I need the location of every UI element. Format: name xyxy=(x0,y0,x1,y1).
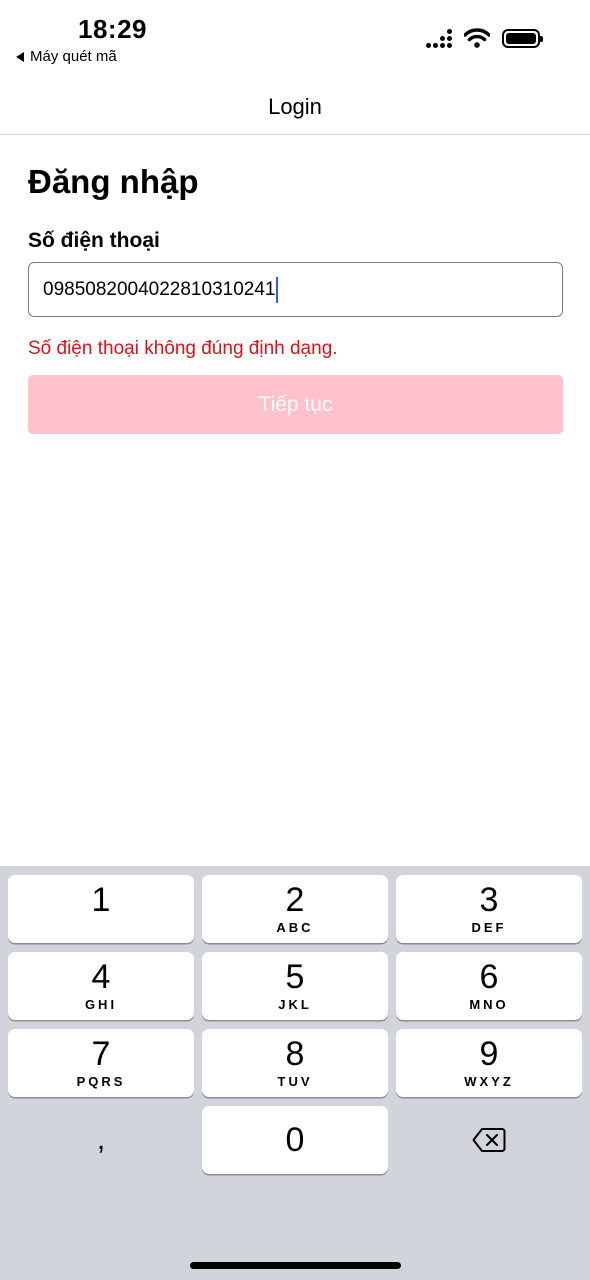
key-6[interactable]: 6 MNO xyxy=(396,952,582,1020)
key-digit: 2 xyxy=(285,881,305,919)
navigation-bar: Login xyxy=(0,80,590,135)
back-app-label: Máy quét mã xyxy=(30,48,117,65)
status-bar: 18:29 Máy quét mã xyxy=(0,0,590,80)
phone-input[interactable]: 098508200402281031024​1 xyxy=(28,262,563,317)
key-letters: GHI xyxy=(84,997,118,1012)
delete-key[interactable] xyxy=(396,1106,582,1174)
phone-error-message: Số điện thoại không đúng định dạng. xyxy=(28,338,338,359)
key-letters: DEF xyxy=(471,920,507,935)
key-letters: WXYZ xyxy=(464,1074,514,1089)
key-9[interactable]: 9 WXYZ xyxy=(396,1029,582,1097)
back-triangle-icon xyxy=(16,51,24,62)
key-letters: JKL xyxy=(278,997,312,1012)
key-digit: 5 xyxy=(285,958,305,996)
home-indicator[interactable] xyxy=(190,1262,401,1269)
key-digit: , xyxy=(96,1123,106,1156)
phone-label: Số điện thoại xyxy=(28,229,160,252)
cellular-signal-icon xyxy=(426,28,452,48)
key-7[interactable]: 7 PQRS xyxy=(8,1029,194,1097)
nav-title: Login xyxy=(268,94,322,119)
backspace-icon xyxy=(472,1128,506,1152)
status-icons xyxy=(426,28,543,48)
key-letters: PQRS xyxy=(76,1074,126,1089)
key-letters: ABC xyxy=(276,920,314,935)
key-digit: 3 xyxy=(479,881,499,919)
key-0[interactable]: 0 xyxy=(202,1106,388,1174)
key-digit: 4 xyxy=(91,958,111,996)
page-title: Đăng nhập xyxy=(28,163,199,200)
wifi-icon xyxy=(464,28,490,48)
continue-button[interactable]: Tiếp tục xyxy=(28,375,563,434)
key-1[interactable]: 1 xyxy=(8,875,194,943)
key-digit: 8 xyxy=(285,1035,305,1073)
key-4[interactable]: 4 GHI xyxy=(8,952,194,1020)
text-caret xyxy=(276,276,279,303)
key-letters: TUV xyxy=(277,1074,313,1089)
back-to-app-link[interactable]: Máy quét mã xyxy=(16,48,117,65)
key-5[interactable]: 5 JKL xyxy=(202,952,388,1020)
key-2[interactable]: 2 ABC xyxy=(202,875,388,943)
key-digit: 1 xyxy=(91,881,111,919)
key-8[interactable]: 8 TUV xyxy=(202,1029,388,1097)
key-digit: 9 xyxy=(479,1035,499,1073)
battery-icon xyxy=(502,28,543,48)
phone-input-value: 098508200402281031024​1 xyxy=(43,278,276,300)
key-comma[interactable]: , xyxy=(8,1106,194,1174)
key-3[interactable]: 3 DEF xyxy=(396,875,582,943)
key-digit: 0 xyxy=(285,1121,305,1159)
key-digit: 7 xyxy=(91,1035,111,1073)
key-letters: MNO xyxy=(469,997,509,1012)
status-time: 18:29 xyxy=(78,14,147,44)
key-digit: 6 xyxy=(479,958,499,996)
numeric-keyboard: 1 2 ABC 3 DEF 4 GHI 5 JKL 6 MNO 7 PQRS 8… xyxy=(0,866,590,1280)
